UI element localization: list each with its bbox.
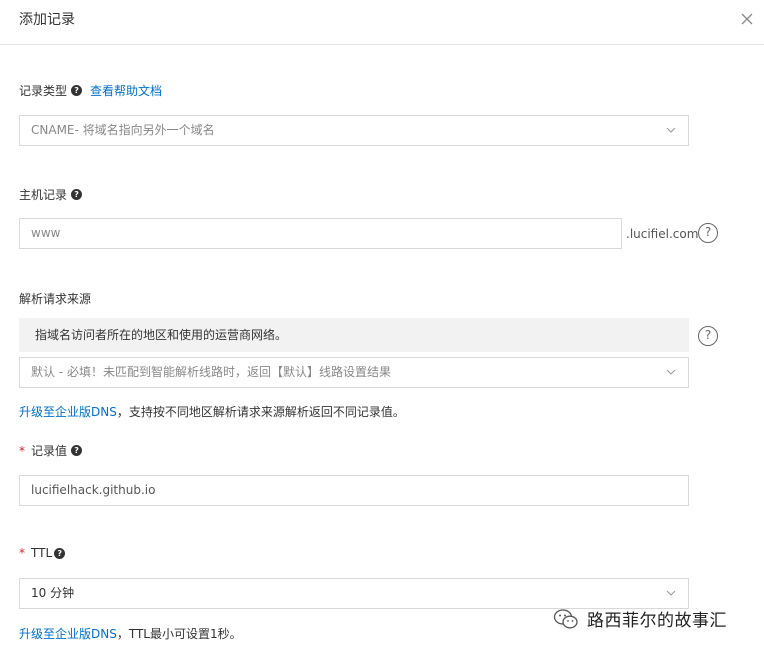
upgrade-dns-link[interactable]: 升级至企业版DNS (19, 627, 117, 641)
record-value-input[interactable]: lucifielhack.github.io (19, 475, 689, 506)
required-mark: * (19, 443, 25, 458)
ttl-label: TTL (31, 546, 53, 560)
chevron-down-icon (666, 127, 676, 133)
resolve-source-hint-text: ，支持按不同地区解析请求来源解析返回不同记录值。 (116, 405, 405, 419)
record-type-select[interactable]: CNAME- 将域名指向另外一个域名 (19, 115, 689, 146)
host-input[interactable]: www (19, 218, 622, 249)
resolve-source-label: 解析请求来源 (19, 292, 92, 306)
help-icon[interactable]: ? (71, 445, 83, 456)
host-label: 主机记录 (19, 188, 68, 202)
help-circle-icon[interactable]: ? (698, 326, 718, 346)
host-placeholder: www (31, 226, 61, 240)
resolve-source-label-row: 解析请求来源 (19, 290, 91, 307)
record-type-label-row: 记录类型 ? 查看帮助文档 (19, 82, 162, 99)
required-mark: * (19, 546, 25, 560)
host-suffix: .lucifiel.com (626, 227, 699, 241)
chevron-down-icon (666, 369, 676, 375)
help-icon[interactable]: ? (71, 85, 83, 96)
dialog-title: 添加记录 (19, 12, 75, 28)
record-value-label: 记录值 (31, 444, 68, 458)
dialog-header: 添加记录 (0, 0, 764, 45)
chevron-down-icon (666, 590, 676, 596)
wechat-icon (553, 608, 578, 628)
ttl-hint-text: ，TTL最小可设置1秒。 (116, 627, 242, 641)
resolve-source-selected: 默认 - 必填！未匹配到智能解析线路时，返回【默认】线路设置结果 (31, 365, 391, 379)
host-label-row: 主机记录 ? (19, 186, 83, 203)
record-value-text: lucifielhack.github.io (31, 483, 156, 497)
resolve-source-info: 指域名访问者所在的地区和使用的运营商网络。 (19, 318, 689, 352)
upgrade-dns-link[interactable]: 升级至企业版DNS (19, 405, 117, 419)
ttl-selected: 10 分钟 (31, 586, 75, 600)
help-icon[interactable]: ? (54, 547, 66, 559)
help-circle-icon[interactable]: ? (698, 223, 718, 243)
resolve-source-hint: 升级至企业版DNS，支持按不同地区解析请求来源解析返回不同记录值。 (19, 403, 405, 420)
record-type-selected: CNAME- 将域名指向另外一个域名 (31, 123, 215, 137)
ttl-select[interactable]: 10 分钟 (19, 578, 689, 609)
help-doc-link[interactable]: 查看帮助文档 (90, 82, 162, 99)
watermark-text: 路西菲尔的故事汇 (587, 611, 727, 631)
ttl-label-row: * TTL ? (19, 546, 66, 560)
help-icon[interactable]: ? (71, 189, 83, 200)
ttl-hint: 升级至企业版DNS，TTL最小可设置1秒。 (19, 625, 242, 642)
watermark: 路西菲尔的故事汇 (553, 606, 727, 631)
close-icon[interactable] (738, 10, 756, 28)
record-type-label: 记录类型 (19, 84, 68, 98)
record-value-label-row: * 记录值 ? (19, 442, 83, 459)
resolve-source-select[interactable]: 默认 - 必填！未匹配到智能解析线路时，返回【默认】线路设置结果 (19, 357, 689, 388)
